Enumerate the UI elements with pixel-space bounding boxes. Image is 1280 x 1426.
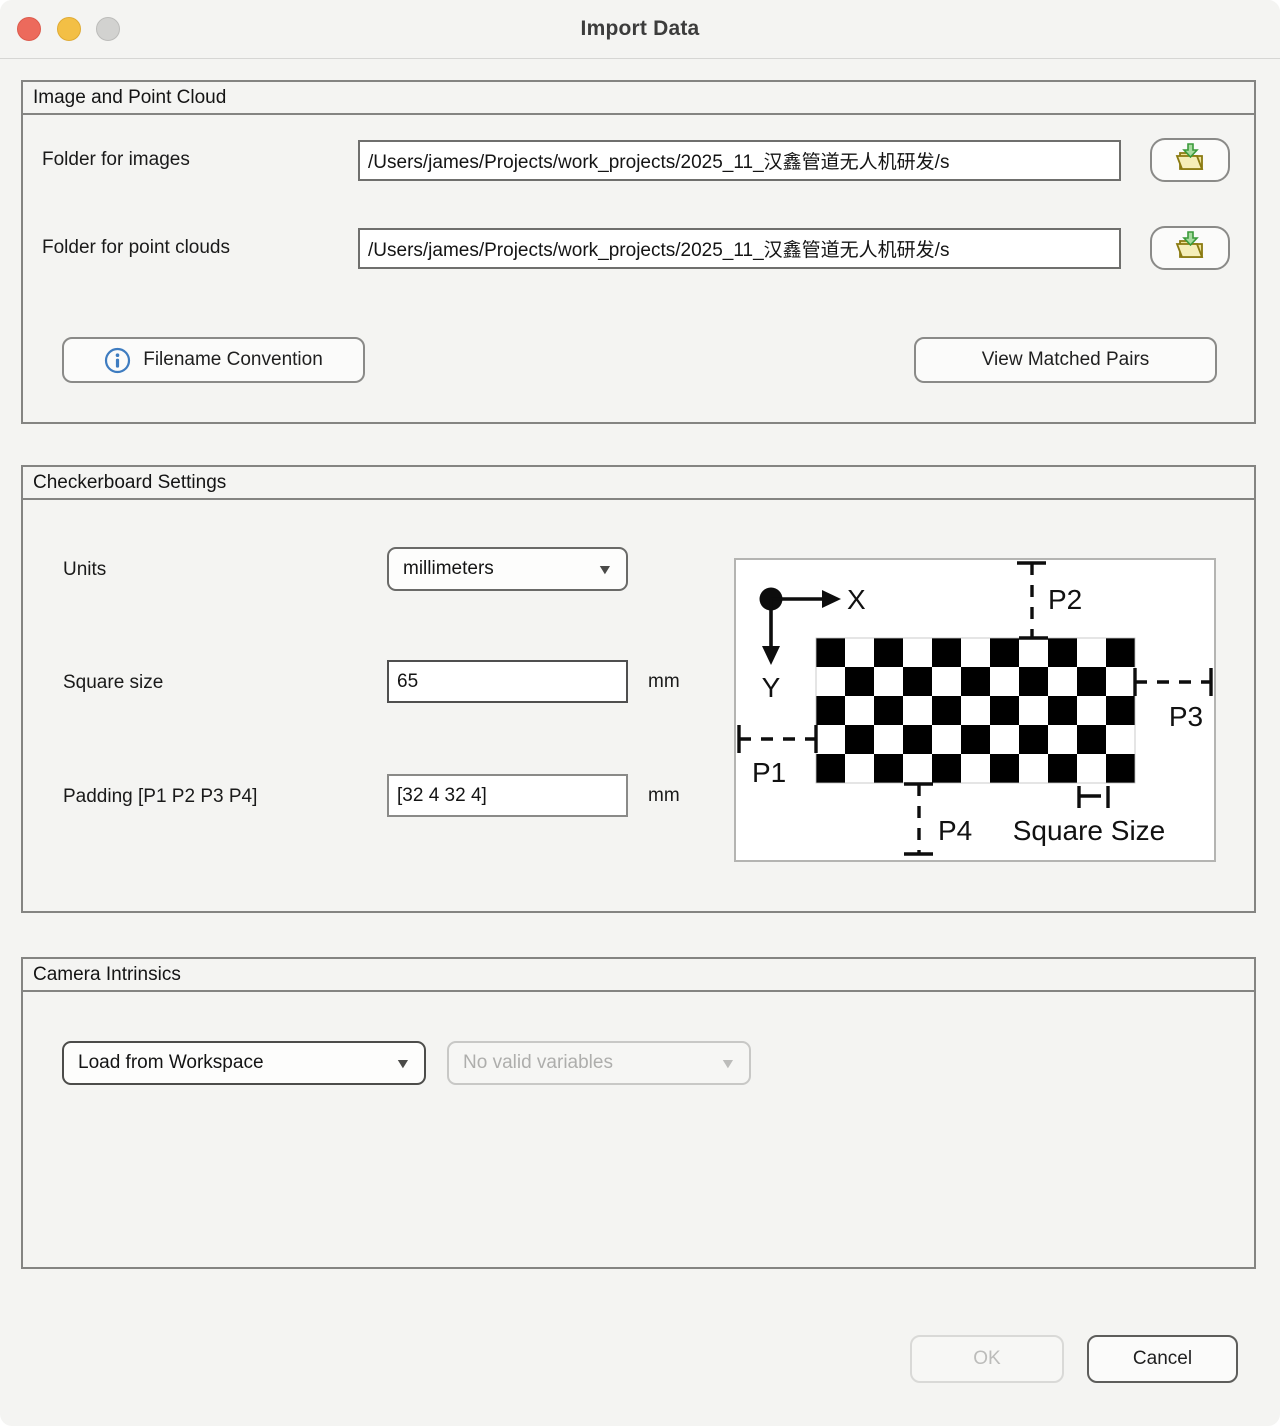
title-bar: Import Data — [0, 0, 1280, 59]
open-folder-icon — [1172, 229, 1208, 267]
padding-unit-label: mm — [648, 785, 680, 807]
camera-intrinsics-panel: Camera Intrinsics — [21, 957, 1256, 1269]
checkerboard-diagram-svg: X Y P1 P2 P3 — [736, 560, 1214, 860]
padding-label: Padding [P1 P2 P3 P4] — [63, 785, 257, 809]
cancel-button[interactable]: Cancel — [1087, 1335, 1238, 1383]
open-folder-icon — [1172, 141, 1208, 179]
square-size-diagram-label: Square Size — [1013, 815, 1166, 846]
units-dropdown[interactable]: millimeters ▼ — [387, 547, 628, 591]
y-axis-label: Y — [762, 672, 781, 703]
checkerboard-diagram: X Y P1 P2 P3 — [734, 558, 1216, 862]
intrinsics-variables-value: No valid variables — [463, 1052, 613, 1074]
browse-point-clouds-folder-button[interactable] — [1150, 226, 1230, 270]
p3-label: P3 — [1169, 701, 1203, 732]
intrinsics-source-value: Load from Workspace — [78, 1052, 264, 1074]
padding-input[interactable]: [32 4 32 4] — [387, 774, 628, 817]
square-size-label: Square size — [63, 671, 163, 695]
p3-measure-line — [1135, 668, 1211, 696]
p4-label: P4 — [938, 815, 972, 846]
square-size-unit-label: mm — [648, 671, 680, 693]
minimize-window-button[interactable] — [57, 17, 81, 41]
square-size-input[interactable]: 65 — [387, 660, 628, 703]
checkerboard-settings-panel-title: Checkerboard Settings — [23, 467, 1254, 500]
p4-measure-line — [904, 784, 933, 854]
folder-for-images-input[interactable]: /Users/james/Projects/work_projects/2025… — [358, 140, 1121, 181]
square-size-measure — [1079, 786, 1108, 808]
close-window-button[interactable] — [17, 17, 41, 41]
view-matched-pairs-button[interactable]: View Matched Pairs — [914, 337, 1217, 383]
units-selected-value: millimeters — [403, 558, 494, 580]
chevron-down-icon: ▼ — [719, 1055, 736, 1071]
p1-label: P1 — [752, 757, 786, 788]
folder-for-point-clouds-input[interactable]: /Users/james/Projects/work_projects/2025… — [358, 228, 1121, 269]
intrinsics-variables-dropdown: No valid variables ▼ — [447, 1041, 751, 1085]
cancel-button-label: Cancel — [1133, 1348, 1192, 1370]
camera-intrinsics-panel-title: Camera Intrinsics — [23, 959, 1254, 992]
folder-for-images-label: Folder for images — [42, 148, 190, 172]
units-label: Units — [63, 558, 106, 582]
p1-measure-line — [739, 725, 816, 753]
image-point-cloud-panel-title: Image and Point Cloud — [23, 82, 1254, 115]
filename-convention-label: Filename Convention — [143, 349, 323, 371]
ok-button: OK — [910, 1335, 1064, 1383]
import-data-dialog: Import Data Image and Point Cloud Folder… — [0, 0, 1280, 1426]
zoom-window-button — [96, 17, 120, 41]
filename-convention-button[interactable]: Filename Convention — [62, 337, 365, 383]
chevron-down-icon: ▼ — [596, 561, 613, 577]
info-icon — [104, 347, 131, 374]
folder-for-point-clouds-label: Folder for point clouds — [42, 236, 230, 260]
x-axis-label: X — [847, 584, 866, 615]
browse-images-folder-button[interactable] — [1150, 138, 1230, 182]
view-matched-pairs-label: View Matched Pairs — [982, 349, 1150, 371]
chevron-down-icon: ▼ — [394, 1055, 411, 1071]
ok-button-label: OK — [973, 1348, 1000, 1370]
p2-measure-line — [1017, 563, 1048, 638]
dialog-title: Import Data — [581, 17, 700, 41]
p2-label: P2 — [1048, 584, 1082, 615]
checkerboard-pattern — [816, 638, 1135, 783]
intrinsics-source-dropdown[interactable]: Load from Workspace ▼ — [62, 1041, 426, 1085]
